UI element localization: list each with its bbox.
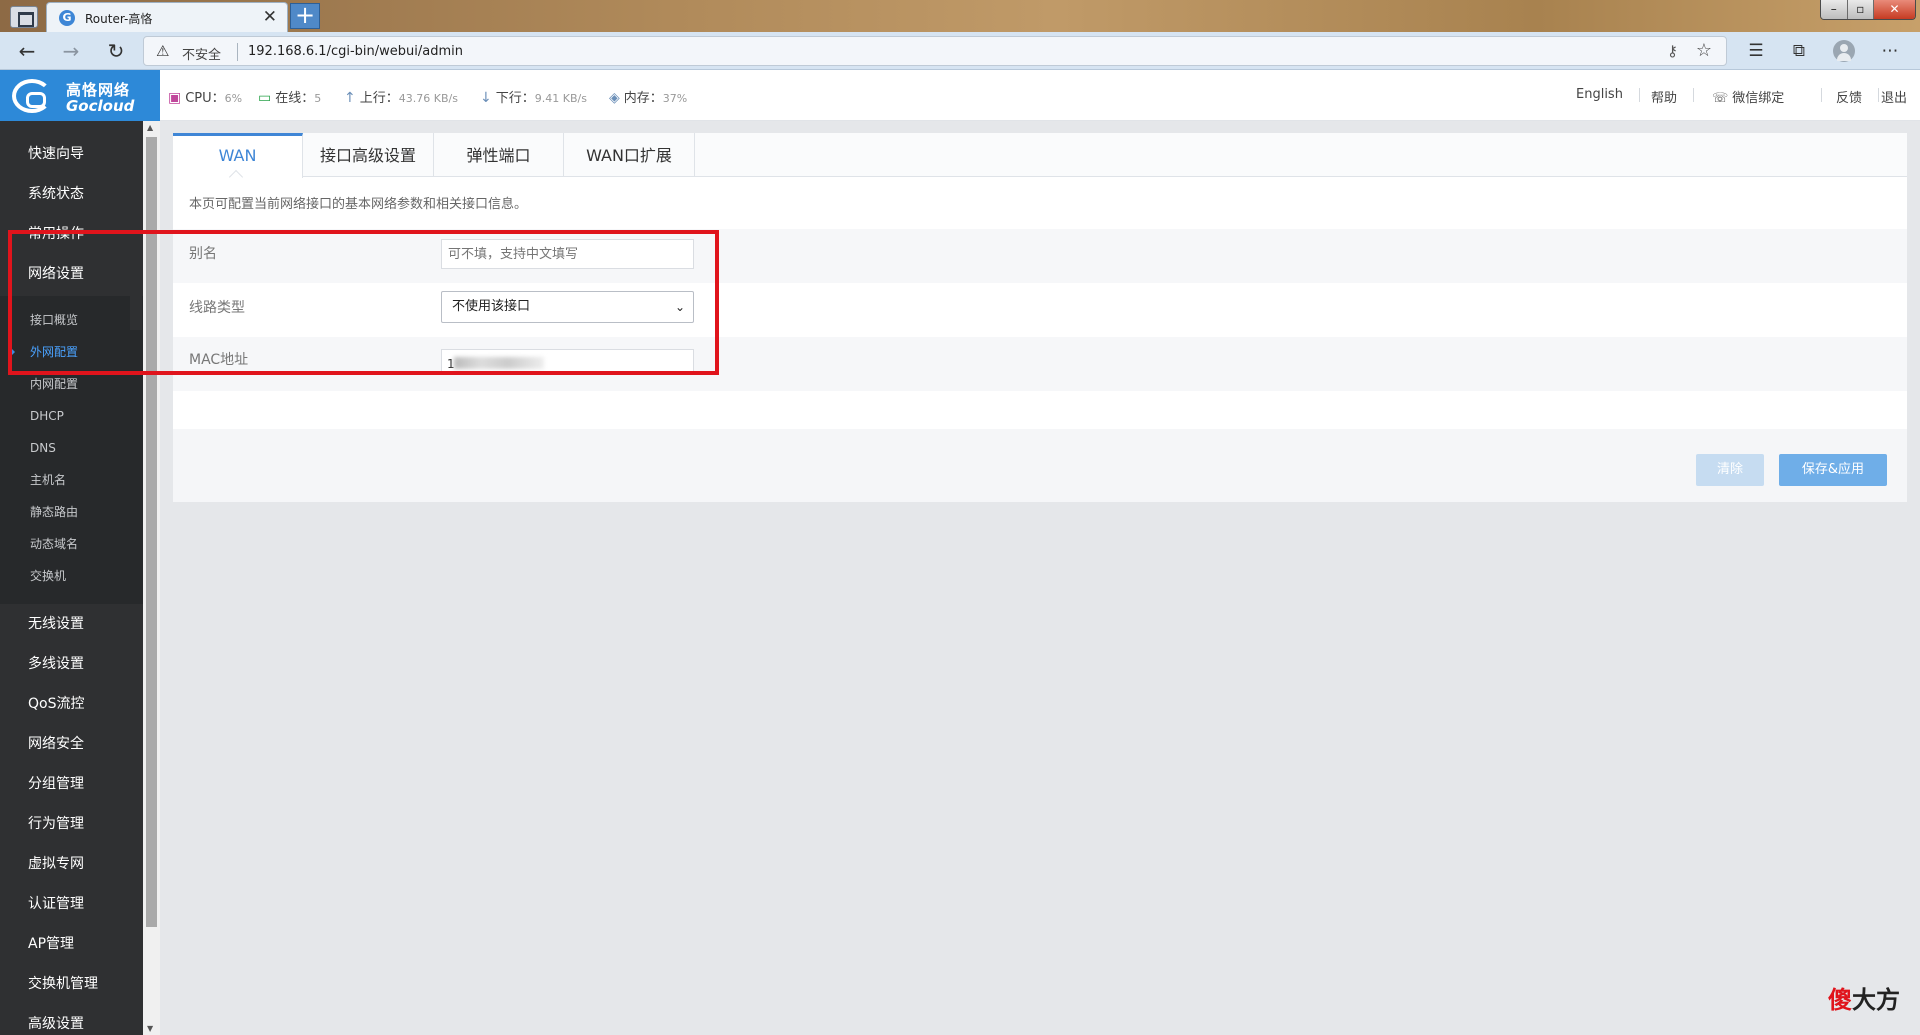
cpu-value: 6% (224, 92, 243, 105)
tab-bar: WAN 接口高级设置 弹性端口 WAN口扩展 (173, 133, 1907, 178)
cpu-stat: ▣ CPU：6% (168, 87, 242, 106)
tab-elastic-port[interactable]: 弹性端口 (434, 133, 564, 177)
header-divider (1639, 88, 1640, 102)
upload-value: 43.76 KB/s (398, 92, 458, 105)
sidebar-item-behavior-mgmt[interactable]: 行为管理 (0, 804, 143, 844)
sidebar-item-advanced[interactable]: 高级设置 (0, 1004, 143, 1035)
watermark: 傻大方 (1828, 980, 1900, 1015)
tab-close-icon[interactable]: ✕ (263, 7, 277, 27)
window-controls: – ▫ ✕ (1820, 0, 1916, 20)
download-label: 下行： (495, 91, 535, 106)
save-apply-button[interactable]: 保存&应用 (1779, 454, 1887, 486)
watermark-part1: 傻 (1828, 986, 1852, 1014)
memory-value: 37% (662, 92, 688, 105)
upload-label: 上行： (359, 91, 399, 106)
english-link[interactable]: English (1576, 87, 1623, 102)
close-window-button[interactable]: ✕ (1874, 0, 1915, 19)
sidebar-item-wireless[interactable]: 无线设置 (0, 604, 143, 644)
sidebar-item-multiline[interactable]: 多线设置 (0, 644, 143, 684)
sidebar-subitem-static-route[interactable]: 静态路由 (0, 496, 143, 528)
header-divider (1821, 88, 1822, 102)
sidebar-subitem-hostname[interactable]: 主机名 (0, 464, 143, 496)
profile-icon[interactable] (1833, 40, 1855, 62)
online-label: 在线： (275, 91, 315, 106)
site-favicon-icon: G (59, 10, 75, 26)
sidebar-item-qos[interactable]: QoS流控 (0, 684, 143, 724)
highlight-gap (130, 234, 142, 330)
forward-icon[interactable]: → (58, 39, 84, 63)
clear-button[interactable]: 清除 (1696, 454, 1764, 486)
download-value: 9.41 KB/s (534, 92, 587, 105)
page-description: 本页可配置当前网络接口的基本网络参数和相关接口信息。 (189, 197, 528, 212)
sidebar-item-vpn[interactable]: 虚拟专网 (0, 844, 143, 884)
online-devices-icon: ▭ (258, 90, 272, 106)
gocloud-logo-icon (12, 79, 52, 113)
tab-title: Router-高恪 (85, 12, 153, 26)
header-divider (1878, 88, 1879, 102)
sidebar-item-group-mgmt[interactable]: 分组管理 (0, 764, 143, 804)
watermark-part2: 大方 (1852, 986, 1900, 1014)
insecure-label[interactable]: 不安全 (182, 44, 221, 63)
download-arrow-icon: ↓ (480, 90, 492, 106)
action-bar: 清除 保存&应用 (173, 429, 1907, 502)
tab-interface-advanced[interactable]: 接口高级设置 (303, 133, 434, 177)
app-header: ▣ CPU：6% ▭ 在线：5 ↑ 上行：43.76 KB/s ↓ 下行：9.41 KB… (160, 70, 1920, 121)
browser-tab[interactable]: G Router-高恪 ✕ (46, 2, 288, 32)
minimize-button[interactable]: – (1821, 0, 1848, 19)
warning-icon: ⚠ (156, 42, 170, 60)
memory-stat: ◈ 内存：37% (609, 87, 687, 106)
browser-toolbar: ← → ↻ ⚠ 不安全 192.168.6.1/cgi-bin/webui/ad… (0, 32, 1920, 70)
sidebar-subitem-dhcp[interactable]: DHCP (0, 400, 143, 432)
highlight-annotation-box (8, 230, 719, 375)
memory-label: 内存： (623, 91, 663, 106)
sidebar-item-switch-mgmt[interactable]: 交换机管理 (0, 964, 143, 1004)
upload-stat: ↑ 上行：43.76 KB/s (344, 87, 458, 106)
wechat-bind-label: 微信绑定 (1732, 91, 1785, 106)
maximize-button[interactable]: ▫ (1847, 0, 1875, 19)
feedback-link[interactable]: 反馈 (1836, 87, 1862, 106)
address-divider (237, 43, 238, 61)
online-value: 5 (314, 92, 322, 105)
key-icon[interactable]: ⚷ (1667, 42, 1678, 60)
wechat-icon: ☏ (1712, 91, 1729, 106)
cpu-icon: ▣ (168, 90, 182, 106)
url-text[interactable]: 192.168.6.1/cgi-bin/webui/admin (248, 44, 463, 59)
help-link[interactable]: 帮助 (1651, 87, 1677, 106)
sidebar-item-quick-wizard[interactable]: 快速向导 (0, 134, 143, 174)
header-divider (1693, 88, 1694, 102)
wechat-bind-link[interactable]: ☏ 微信绑定 (1712, 87, 1784, 106)
sidebar-item-auth-mgmt[interactable]: 认证管理 (0, 884, 143, 924)
browser-title-bar: G Router-高恪 ✕ + – ▫ ✕ (0, 0, 1920, 32)
download-stat: ↓ 下行：9.41 KB/s (480, 87, 587, 106)
collections-icon[interactable]: ⧉ (1785, 38, 1813, 64)
tab-wan-extension[interactable]: WAN口扩展 (564, 133, 695, 177)
address-bar[interactable]: ⚠ 不安全 192.168.6.1/cgi-bin/webui/admin ⚷ … (143, 36, 1727, 66)
favorites-icon[interactable]: ☰ (1742, 38, 1770, 64)
sidebar-subitem-ddns[interactable]: 动态域名 (0, 528, 143, 560)
back-icon[interactable]: ← (14, 39, 40, 63)
logo-text-en: Gocloud (66, 97, 135, 115)
sidebar-subitem-dns[interactable]: DNS (0, 432, 143, 464)
sidebar-item-ap-mgmt[interactable]: AP管理 (0, 924, 143, 964)
scroll-up-icon[interactable]: ▲ (147, 123, 153, 132)
logo[interactable]: 高恪网络 Gocloud (0, 70, 160, 121)
logout-link[interactable]: 退出 (1881, 87, 1907, 106)
refresh-icon[interactable]: ↻ (103, 39, 129, 63)
sidebar-subitem-switch[interactable]: 交换机 (0, 560, 143, 592)
memory-icon: ◈ (609, 90, 620, 106)
favorite-star-icon[interactable]: ☆ (1696, 40, 1712, 61)
sidebar-item-system-status[interactable]: 系统状态 (0, 174, 143, 214)
cpu-label: CPU： (185, 91, 225, 106)
upload-arrow-icon: ↑ (344, 90, 356, 106)
window-menu-icon[interactable] (10, 6, 38, 28)
sidebar-item-security[interactable]: 网络安全 (0, 724, 143, 764)
online-stat[interactable]: ▭ 在线：5 (258, 87, 321, 106)
scroll-down-icon[interactable]: ▼ (147, 1024, 153, 1033)
more-icon[interactable]: ⋯ (1876, 38, 1904, 64)
new-tab-button[interactable]: + (290, 3, 320, 29)
